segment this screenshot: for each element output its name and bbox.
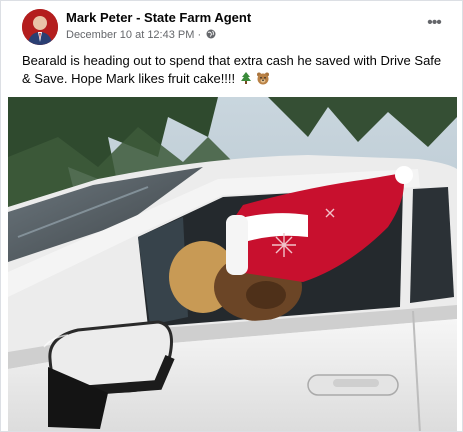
avatar-photo (22, 9, 58, 45)
more-options-icon[interactable]: ••• (422, 13, 446, 33)
post-timestamp[interactable]: December 10 at 12:43 PM (66, 29, 194, 41)
post-meta: December 10 at 12:43 PM · (66, 29, 216, 41)
meta-separator: · (197, 29, 202, 41)
bear-emoji (257, 72, 270, 85)
author-avatar[interactable] (22, 9, 58, 45)
car-photo (8, 97, 457, 431)
post-message: Bearald is heading out to spend that ext… (22, 53, 442, 86)
post-header: Mark Peter - State Farm Agent December 1… (1, 1, 462, 49)
globe-icon[interactable] (206, 29, 216, 39)
post-text: Bearald is heading out to spend that ext… (22, 52, 452, 88)
post-photo[interactable] (8, 97, 457, 431)
evergreen-tree-emoji (240, 72, 251, 84)
facebook-post-card: Mark Peter - State Farm Agent December 1… (0, 0, 463, 432)
author-name[interactable]: Mark Peter - State Farm Agent (66, 10, 251, 25)
